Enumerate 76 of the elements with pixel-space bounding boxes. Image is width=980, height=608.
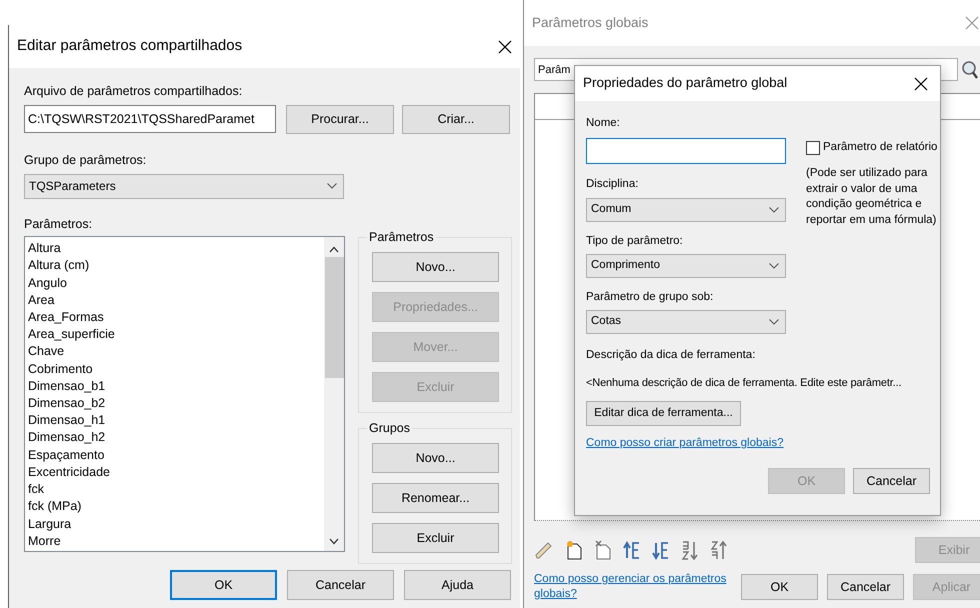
button[interactable]: Cancelar <box>827 574 904 600</box>
dropdown[interactable]: Comprimento <box>586 254 786 278</box>
list-item[interactable]: Altura <box>28 240 321 258</box>
button[interactable]: Editar dica de ferramenta... <box>586 400 741 426</box>
list-item[interactable]: Dimensao_b2 <box>28 395 321 412</box>
list-item[interactable]: fck <box>28 481 321 498</box>
field-label: Nome: <box>586 116 621 131</box>
chevron-down-icon <box>327 183 337 189</box>
help-link[interactable]: Como posso gerenciar os parâmetros globais? <box>534 572 732 602</box>
dropdown-value: TQSParameters <box>29 178 116 195</box>
button[interactable]: Novo... <box>372 443 499 474</box>
button[interactable]: OK <box>741 574 818 600</box>
group-box-title: Grupos <box>367 421 412 436</box>
chevron-down-icon <box>769 262 779 269</box>
window-title: Editar parâmetros compartilhados <box>17 36 242 56</box>
search-icon[interactable] <box>960 60 978 80</box>
dropdown-value: Comprimento <box>591 258 660 274</box>
field-label: Grupo de parâmetros: <box>24 152 148 169</box>
field-label: Tipo de parâmetro: <box>586 234 684 248</box>
dropdown[interactable]: Cotas <box>586 310 786 334</box>
button[interactable]: Ajuda <box>404 570 511 600</box>
name-field[interactable] <box>586 138 786 164</box>
dialog-title: Propriedades do parâmetro global <box>583 74 788 92</box>
close-icon[interactable] <box>498 40 512 54</box>
field-label: Descrição da dica de ferramenta: <box>586 348 756 363</box>
button[interactable]: Cancelar <box>853 468 930 494</box>
file-path-field[interactable]: C:\TQSW\RST2021\TQSSharedParamet <box>24 104 276 133</box>
close-icon[interactable] <box>914 76 928 90</box>
scroll-down-icon[interactable] <box>329 538 339 546</box>
window-title: Parâmetros globais <box>532 14 648 32</box>
scrollbar-thumb[interactable] <box>324 257 344 378</box>
dropdown[interactable]: TQSParameters <box>24 174 344 198</box>
move-down-icon[interactable] <box>652 540 670 560</box>
list-item[interactable]: Angulo <box>28 274 321 292</box>
dropdown[interactable]: Comum <box>586 198 786 222</box>
list-item[interactable]: Espaçamento <box>28 446 321 464</box>
list-item[interactable]: Dimensao_h2 <box>28 429 321 447</box>
dropdown-value: Cotas <box>591 314 622 330</box>
list-item[interactable]: Chave <box>28 343 321 361</box>
sort-descending-icon[interactable] <box>710 540 728 560</box>
button[interactable]: Renomear... <box>372 483 499 514</box>
tooltip-text: <Nenhuma descrição de dica de ferramenta. Edite este parâmetr... <box>586 376 902 392</box>
pencil-icon[interactable] <box>534 540 554 560</box>
field-label: Parâmetro de grupo sob: <box>586 290 714 305</box>
note-text: (Pode ser utilizado para extrair o valor de uma condição geométrica e reportar em uma fórmula) <box>806 166 938 228</box>
button[interactable]: Procurar... <box>286 104 394 134</box>
button[interactable]: Novo... <box>372 252 499 282</box>
field-label: Parâmetros: <box>24 216 94 232</box>
sort-ascending-icon[interactable] <box>681 540 699 560</box>
dropdown-value: Comum <box>591 202 632 217</box>
button[interactable]: OK <box>170 570 277 600</box>
field-label: Disciplina: <box>586 177 640 192</box>
scroll-up-icon[interactable] <box>329 246 339 254</box>
chevron-down-icon <box>769 319 779 325</box>
move-up-icon[interactable] <box>623 540 641 560</box>
button[interactable]: Cancelar <box>287 570 394 600</box>
list-item[interactable]: Area <box>28 292 321 310</box>
list-item[interactable]: Altura (cm) <box>28 257 321 275</box>
button[interactable]: Excluir <box>372 523 499 554</box>
button[interactable]: Criar... <box>402 104 510 134</box>
list-item[interactable]: Dimensao_b1 <box>28 378 321 396</box>
help-link[interactable]: Como posso criar parâmetros globais? <box>586 434 784 452</box>
chevron-down-icon <box>769 206 779 212</box>
new-document-icon[interactable] <box>565 540 583 560</box>
list-item[interactable]: Cobrimento <box>28 360 321 378</box>
list-item[interactable]: Largura <box>28 516 321 533</box>
list-item[interactable]: Morre <box>28 532 321 550</box>
report-checkbox[interactable] <box>806 140 820 155</box>
list-item[interactable]: Area_Formas <box>28 309 321 326</box>
list-item[interactable]: Area_superficie <box>28 326 321 344</box>
list-item[interactable]: Dimensao_h1 <box>28 412 321 430</box>
checkbox-label: Parâmetro de relatório <box>823 140 938 155</box>
field-label: Arquivo de parâmetros compartilhados: <box>24 83 244 100</box>
delete-document-icon[interactable] <box>594 540 612 560</box>
list-item[interactable]: fck (MPa) <box>28 498 321 516</box>
list-item[interactable]: Excentricidade <box>28 464 321 482</box>
